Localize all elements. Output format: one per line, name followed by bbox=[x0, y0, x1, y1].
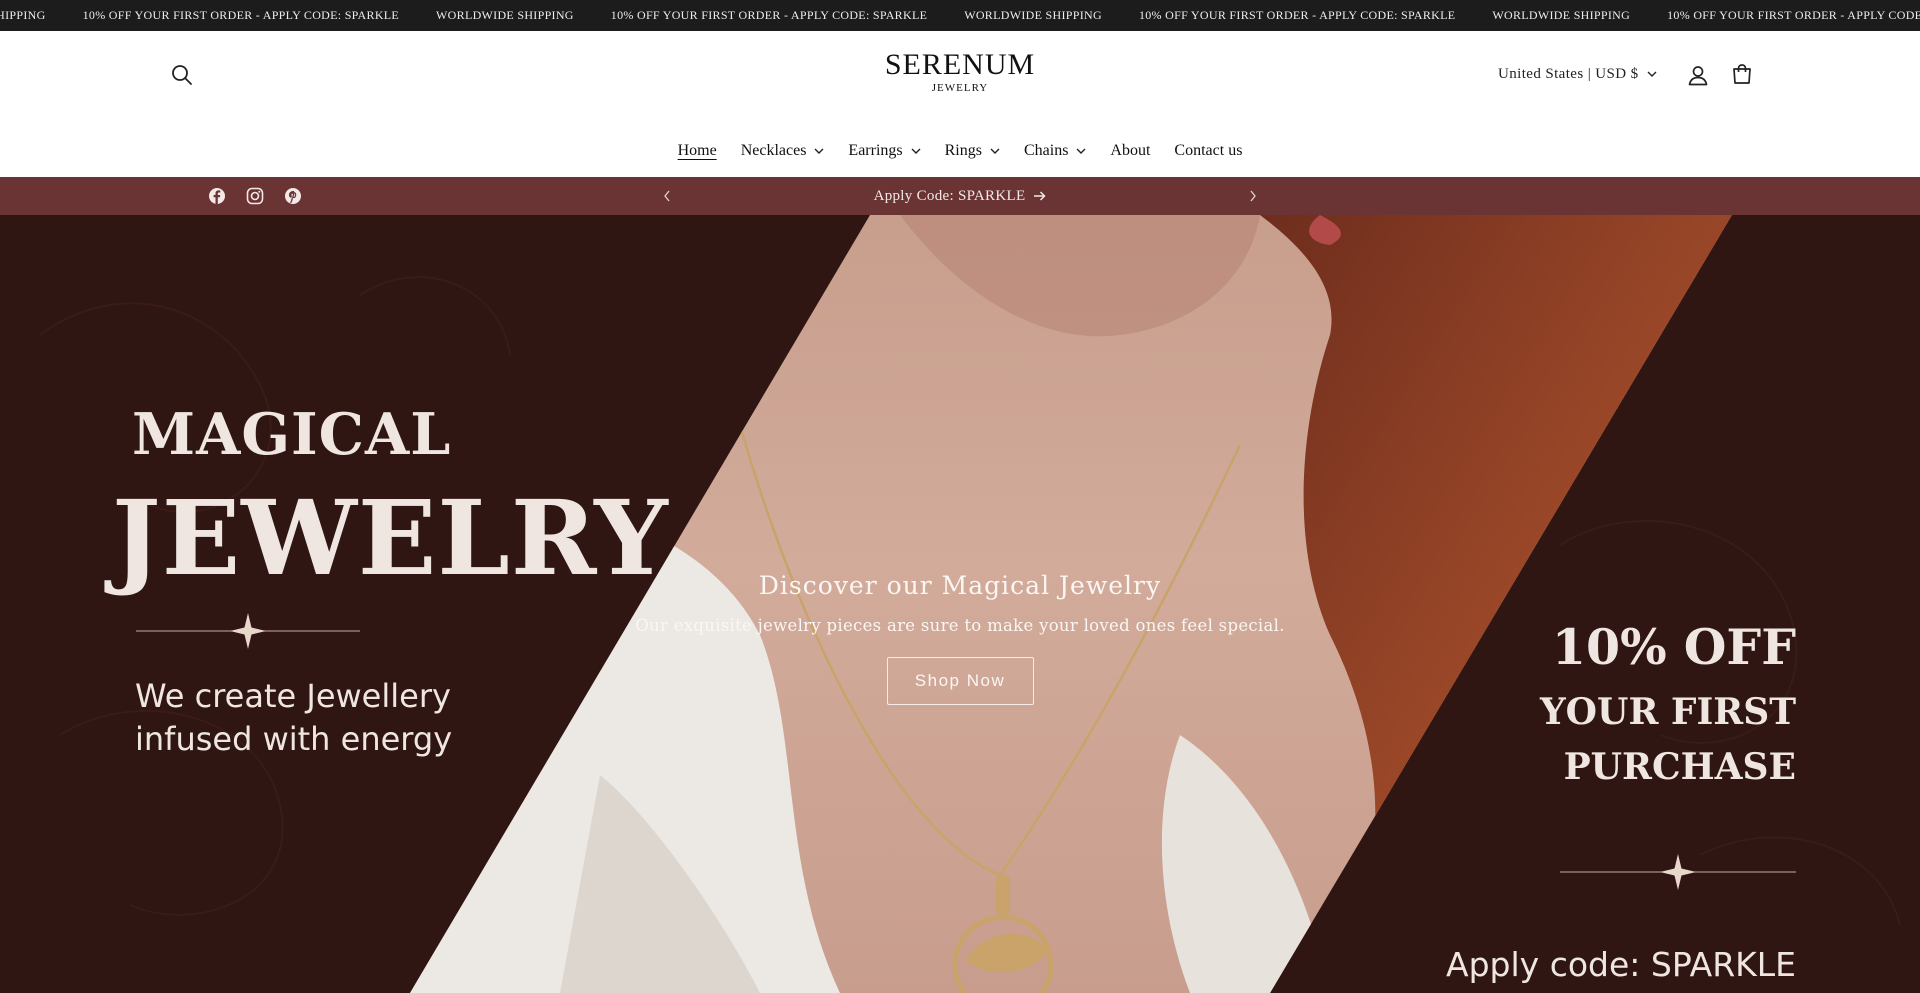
announcement-marquee: IDE SHIPPING 10% OFF YOUR FIRST ORDER - … bbox=[0, 0, 1920, 31]
nav-item-rings[interactable]: Rings bbox=[933, 142, 1012, 160]
pinterest-icon bbox=[285, 188, 301, 204]
nav-item-label: Necklaces bbox=[740, 142, 807, 159]
marquee-track: IDE SHIPPING 10% OFF YOUR FIRST ORDER - … bbox=[0, 0, 1920, 31]
hero-heading-large: JEWELRY bbox=[112, 478, 669, 599]
sparkle-divider bbox=[136, 613, 360, 649]
promo-code: Apply code: SPARKLE bbox=[1446, 945, 1796, 984]
search-icon bbox=[172, 65, 192, 85]
chevron-down-icon bbox=[990, 148, 1000, 154]
site-header: SERENUM JEWELRY United States | USD $ Ho… bbox=[0, 31, 1920, 177]
chevron-down-icon bbox=[814, 148, 824, 154]
hero-heading-small: MAGICAL bbox=[132, 401, 452, 468]
facebook-link[interactable] bbox=[207, 186, 227, 206]
account-button[interactable] bbox=[1684, 61, 1712, 89]
nav-item-contact[interactable]: Contact us bbox=[1162, 142, 1254, 160]
promo-line-2: YOUR FIRST bbox=[1539, 691, 1796, 733]
instagram-link[interactable] bbox=[245, 186, 265, 206]
marquee-item: WORLDWIDE SHIPPING bbox=[1492, 8, 1631, 22]
announcement-link[interactable]: Apply Code: SPARKLE bbox=[860, 177, 1060, 215]
marquee-item: IDE SHIPPING bbox=[0, 8, 46, 22]
hero-subtitle: Our exquisite jewelry pieces are sure to… bbox=[635, 616, 1285, 635]
logo-wordmark: SERENUM bbox=[884, 48, 1036, 81]
chevron-right-icon bbox=[1250, 190, 1256, 202]
instagram-icon bbox=[246, 187, 264, 205]
hero-content: Discover our Magical Jewelry Our exquisi… bbox=[610, 571, 1310, 705]
chevron-down-icon bbox=[1647, 71, 1657, 77]
announcement-next-button[interactable] bbox=[1243, 186, 1263, 206]
site-logo[interactable]: SERENUM JEWELRY bbox=[870, 49, 1050, 95]
nav-item-home[interactable]: Home bbox=[666, 142, 729, 160]
marquee-item: 10% OFF YOUR FIRST ORDER - APPLY CODE: S… bbox=[610, 8, 928, 22]
nav-item-label: Rings bbox=[944, 142, 982, 159]
facebook-icon bbox=[209, 188, 225, 204]
nav-item-label: Chains bbox=[1023, 142, 1069, 159]
nav-item-about[interactable]: About bbox=[1098, 142, 1162, 160]
nav-item-label: About bbox=[1110, 142, 1151, 159]
promo-discount: 10% OFF bbox=[1551, 618, 1796, 676]
announcement-prev-button[interactable] bbox=[657, 186, 677, 206]
search-button[interactable] bbox=[168, 61, 196, 89]
nav-item-chains[interactable]: Chains bbox=[1012, 142, 1098, 160]
main-nav: Home Necklaces Earrings Rings Chains Abo… bbox=[0, 137, 1920, 165]
nav-item-label: Home bbox=[677, 142, 717, 159]
locale-label: United States | USD $ bbox=[1498, 65, 1639, 82]
nav-item-label: Contact us bbox=[1174, 142, 1243, 159]
marquee-item: 10% OFF YOUR FIRST ORDER - APPLY CODE: S… bbox=[82, 8, 400, 22]
cart-icon bbox=[1733, 64, 1751, 84]
pinterest-link[interactable] bbox=[283, 186, 303, 206]
announcement-bar: Apply Code: SPARKLE bbox=[0, 177, 1920, 215]
logo-subtitle: JEWELRY bbox=[931, 82, 989, 94]
nav-item-necklaces[interactable]: Necklaces bbox=[729, 142, 837, 160]
hero-tagline: We create Jewellery infused with energy bbox=[135, 677, 453, 758]
marquee-item: 10% OFF YOUR FIRST ORDER - APPLY CODE: S… bbox=[1667, 8, 1920, 22]
country-currency-selector[interactable]: United States | USD $ bbox=[1498, 62, 1657, 86]
announcement-text: Apply Code: SPARKLE bbox=[873, 187, 1026, 204]
account-icon bbox=[1688, 66, 1708, 86]
nav-item-label: Earrings bbox=[848, 142, 903, 159]
promo-line-3: PURCHASE bbox=[1563, 746, 1796, 788]
hero-banner: MAGICAL JEWELRY We create Jewellery infu… bbox=[0, 215, 1920, 993]
chevron-left-icon bbox=[664, 190, 670, 202]
marquee-item: WORLDWIDE SHIPPING bbox=[436, 8, 574, 22]
shop-now-button[interactable]: Shop Now bbox=[886, 657, 1034, 705]
nav-item-earrings[interactable]: Earrings bbox=[836, 142, 932, 160]
chevron-down-icon bbox=[1076, 148, 1086, 154]
chevron-down-icon bbox=[911, 148, 921, 154]
hero-title: Discover our Magical Jewelry bbox=[758, 571, 1162, 600]
sparkle-divider bbox=[1560, 854, 1796, 890]
marquee-item: 10% OFF YOUR FIRST ORDER - APPLY CODE: S… bbox=[1138, 8, 1456, 22]
cart-button[interactable] bbox=[1728, 60, 1756, 88]
marquee-item: WORLDWIDE SHIPPING bbox=[964, 8, 1102, 22]
arrow-right-icon bbox=[1034, 191, 1046, 201]
